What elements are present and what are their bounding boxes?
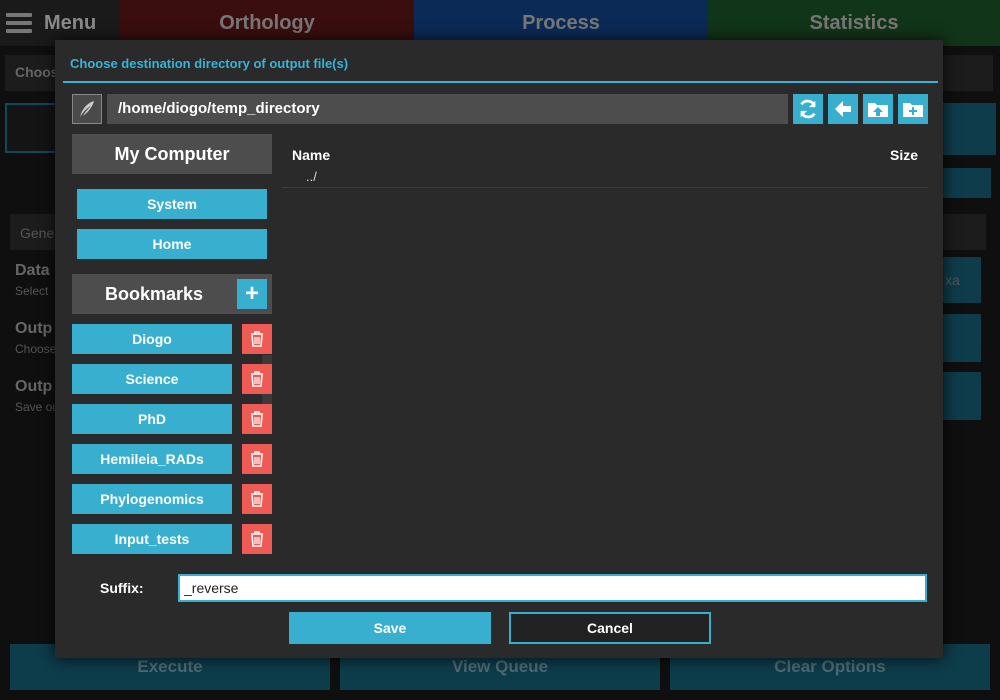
file-row[interactable]: ../ xyxy=(282,166,928,188)
background-right-header xyxy=(943,214,986,250)
feather-icon xyxy=(80,101,94,117)
back-button[interactable] xyxy=(828,94,858,124)
background-general-label: Gene xyxy=(20,225,55,241)
background-right-button xyxy=(943,314,981,362)
plus-icon: + xyxy=(244,280,259,307)
bookmarks-label: Bookmarks xyxy=(104,283,204,304)
background-output2-label: Outp xyxy=(15,378,53,395)
delete-bookmark-button[interactable] xyxy=(242,404,272,434)
menu-label: Menu xyxy=(44,11,97,34)
trash-icon xyxy=(251,531,263,547)
background-output2-sub: Save ou xyxy=(15,400,60,414)
file-chooser-dialog: Choose destination directory of output f… xyxy=(55,40,943,658)
trash-icon xyxy=(251,411,263,427)
background-input xyxy=(5,103,60,153)
trash-icon xyxy=(251,451,263,467)
trash-icon xyxy=(251,371,263,387)
suffix-input[interactable] xyxy=(178,574,927,602)
column-header-name[interactable]: Name xyxy=(292,147,330,163)
dialog-title: Choose destination directory of output f… xyxy=(70,56,349,71)
path-input[interactable]: /home/diogo/temp_directory xyxy=(107,94,788,124)
my-computer-header: My Computer xyxy=(72,134,272,174)
delete-bookmark-button[interactable] xyxy=(242,524,272,554)
refresh-icon xyxy=(800,99,816,119)
edit-path-button[interactable] xyxy=(72,94,102,124)
parent-folder-button[interactable] xyxy=(863,94,893,124)
new-folder-button[interactable] xyxy=(898,94,928,124)
background-xa-label: xa xyxy=(945,272,960,288)
save-button[interactable]: Save xyxy=(289,612,491,644)
background-output-sub: Choose xyxy=(15,342,57,356)
file-name: ../ xyxy=(306,169,317,184)
arrow-left-icon xyxy=(835,101,851,117)
bookmark-item[interactable]: Diogo xyxy=(72,324,232,354)
folder-up-icon xyxy=(868,103,888,117)
bookmark-item[interactable]: Science xyxy=(72,364,232,394)
location-home-button[interactable]: Home xyxy=(77,229,267,259)
refresh-button[interactable] xyxy=(793,94,823,124)
background-right-button xyxy=(943,372,981,420)
delete-bookmark-button[interactable] xyxy=(242,444,272,474)
bookmark-item[interactable]: Input_tests xyxy=(72,524,232,554)
trash-icon xyxy=(251,491,263,507)
bookmark-item[interactable]: Hemileia_RADs xyxy=(72,444,232,474)
background-data-label: Data xyxy=(15,262,50,279)
delete-bookmark-button[interactable] xyxy=(242,324,272,354)
file-list: Name Size ../ xyxy=(282,140,928,570)
hamburger-icon xyxy=(6,13,32,33)
add-bookmark-button[interactable]: + xyxy=(237,279,267,309)
cancel-button[interactable]: Cancel xyxy=(509,612,711,644)
delete-bookmark-button[interactable] xyxy=(242,364,272,394)
background-data-sub: Select xyxy=(15,284,49,298)
title-divider xyxy=(63,81,938,83)
suffix-label: Suffix: xyxy=(100,580,144,596)
background-right-header xyxy=(943,55,993,91)
folder-add-icon xyxy=(903,103,923,117)
column-header-size[interactable]: Size xyxy=(890,147,918,163)
background-right-button xyxy=(943,168,991,198)
trash-icon xyxy=(251,331,263,347)
delete-bookmark-button[interactable] xyxy=(242,484,272,514)
background-choose-label: Choos xyxy=(15,64,59,80)
location-system-button[interactable]: System xyxy=(77,189,267,219)
background-right-button xyxy=(943,103,996,155)
bookmark-item[interactable]: PhD xyxy=(72,404,232,434)
bookmark-item[interactable]: Phylogenomics xyxy=(72,484,232,514)
background-output-label: Outp xyxy=(15,320,53,337)
